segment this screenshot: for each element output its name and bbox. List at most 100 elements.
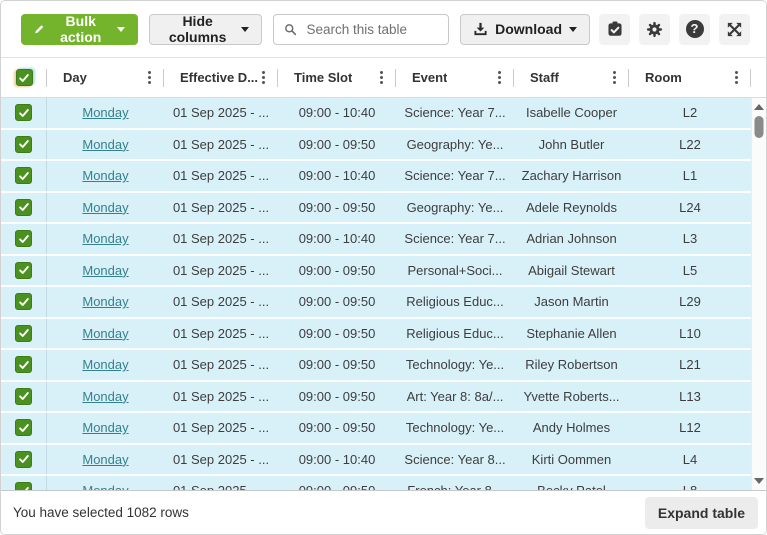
row-checkbox[interactable] — [15, 419, 32, 436]
room-cell: L12 — [629, 420, 751, 435]
row-checkbox[interactable] — [15, 388, 32, 405]
row-checkbox-cell — [1, 350, 47, 380]
table-row: Monday 01 Sep 2025 - ... 09:00 - 09:50 G… — [1, 130, 751, 162]
staff-cell: Andy Holmes — [514, 420, 629, 435]
check-icon — [18, 170, 30, 182]
day-cell: Monday — [47, 357, 164, 372]
row-checkbox[interactable] — [15, 199, 32, 216]
event-cell: Geography: Ye... — [396, 137, 514, 152]
day-cell: Monday — [47, 452, 164, 467]
event-cell: Science: Year 8... — [396, 452, 514, 467]
day-cell: Monday — [47, 200, 164, 215]
column-menu-icon[interactable] — [262, 71, 265, 84]
time-slot-cell: 09:00 - 09:50 — [278, 263, 396, 278]
row-checkbox[interactable] — [15, 262, 32, 279]
download-button[interactable]: Download — [460, 14, 590, 45]
row-checkbox-cell — [1, 287, 47, 317]
row-checkbox[interactable] — [15, 104, 32, 121]
column-header-day[interactable]: Day — [47, 58, 164, 97]
staff-cell: Adrian Johnson — [514, 231, 629, 246]
settings-button[interactable] — [639, 14, 670, 45]
staff-cell: Kirti Oommen — [514, 452, 629, 467]
time-slot-cell: 09:00 - 10:40 — [278, 452, 396, 467]
table-row: Monday 01 Sep 2025 - ... 09:00 - 10:40 S… — [1, 445, 751, 477]
effective-date-cell: 01 Sep 2025 - ... — [164, 294, 278, 309]
row-checkbox[interactable] — [15, 356, 32, 373]
event-cell: Technology: Ye... — [396, 420, 514, 435]
day-link[interactable]: Monday — [82, 168, 128, 183]
staff-cell: Becky Patel — [514, 483, 629, 490]
day-link[interactable]: Monday — [82, 105, 128, 120]
room-cell: L2 — [629, 105, 751, 120]
tasks-check-icon — [606, 20, 624, 38]
day-cell: Monday — [47, 105, 164, 120]
check-icon — [18, 453, 30, 465]
column-menu-icon[interactable] — [380, 71, 383, 84]
day-cell: Monday — [47, 231, 164, 246]
expand-table-button[interactable]: Expand table — [645, 497, 758, 529]
staff-cell: Riley Robertson — [514, 357, 629, 372]
column-header-event[interactable]: Event — [396, 58, 514, 97]
time-slot-cell: 09:00 - 10:40 — [278, 231, 396, 246]
selection-status: You have selected 1082 rows — [13, 505, 189, 520]
column-header-effective-date[interactable]: Effective D... — [164, 58, 278, 97]
day-link[interactable]: Monday — [82, 137, 128, 152]
row-checkbox[interactable] — [15, 167, 32, 184]
search-input[interactable] — [304, 21, 438, 38]
column-menu-icon[interactable] — [613, 71, 616, 84]
day-link[interactable]: Monday — [82, 294, 128, 309]
toolbar: Bulk action Hide columns Download — [1, 1, 766, 58]
effective-date-cell: 01 Sep 2025 - ... — [164, 263, 278, 278]
day-link[interactable]: Monday — [82, 200, 128, 215]
row-checkbox[interactable] — [15, 451, 32, 468]
table-row: Monday 01 Sep 2025 - ... 09:00 - 09:50 T… — [1, 350, 751, 382]
day-link[interactable]: Monday — [82, 263, 128, 278]
effective-date-cell: 01 Sep 2025 - ... — [164, 357, 278, 372]
scroll-up-icon[interactable] — [754, 104, 764, 110]
column-menu-icon[interactable] — [498, 71, 501, 84]
event-cell: Religious Educ... — [396, 326, 514, 341]
fullscreen-button[interactable] — [719, 14, 750, 45]
table-row: Monday 01 Sep 2025 - ... 09:00 - 09:50 G… — [1, 193, 751, 225]
row-checkbox[interactable] — [15, 293, 32, 310]
row-checkbox-cell — [1, 130, 47, 160]
day-link[interactable]: Monday — [82, 483, 128, 490]
row-checkbox-cell — [1, 256, 47, 286]
row-checkbox[interactable] — [15, 230, 32, 247]
select-all-checkbox[interactable] — [16, 69, 33, 86]
column-menu-icon[interactable] — [148, 71, 151, 84]
table-header-row: Day Effective D... Time Slot Event Staff… — [1, 58, 766, 98]
day-link[interactable]: Monday — [82, 231, 128, 246]
day-link[interactable]: Monday — [82, 452, 128, 467]
help-button[interactable]: ? — [679, 14, 710, 45]
hide-columns-button[interactable]: Hide columns — [149, 14, 262, 45]
column-header-time-slot[interactable]: Time Slot — [278, 58, 396, 97]
event-cell: Personal+Soci... — [396, 263, 514, 278]
effective-date-cell: 01 Sep 2025 - ... — [164, 326, 278, 341]
table-row: Monday 01 Sep 2025 - ... 09:00 - 09:50 T… — [1, 413, 751, 445]
day-link[interactable]: Monday — [82, 389, 128, 404]
column-header-room[interactable]: Room — [629, 58, 751, 97]
row-checkbox[interactable] — [15, 325, 32, 342]
scroll-down-icon[interactable] — [754, 478, 764, 484]
toolbar-right-group: Download — [460, 14, 750, 45]
check-icon — [18, 107, 30, 119]
search-box[interactable] — [273, 14, 450, 45]
bulk-action-label: Bulk action — [52, 13, 110, 45]
row-checkbox[interactable] — [15, 136, 32, 153]
bulk-action-button[interactable]: Bulk action — [21, 14, 138, 45]
check-icon — [18, 138, 30, 150]
column-header-staff[interactable]: Staff — [514, 58, 629, 97]
day-link[interactable]: Monday — [82, 357, 128, 372]
room-cell: L4 — [629, 452, 751, 467]
day-link[interactable]: Monday — [82, 420, 128, 435]
event-cell: Science: Year 7... — [396, 105, 514, 120]
row-checkbox-cell — [1, 319, 47, 349]
bulk-select-button[interactable] — [599, 14, 630, 45]
row-checkbox[interactable] — [15, 482, 32, 490]
day-link[interactable]: Monday — [82, 326, 128, 341]
column-menu-icon[interactable] — [735, 71, 738, 84]
room-cell: L22 — [629, 137, 751, 152]
scrollbar-thumb[interactable] — [755, 116, 764, 138]
room-cell: L29 — [629, 294, 751, 309]
